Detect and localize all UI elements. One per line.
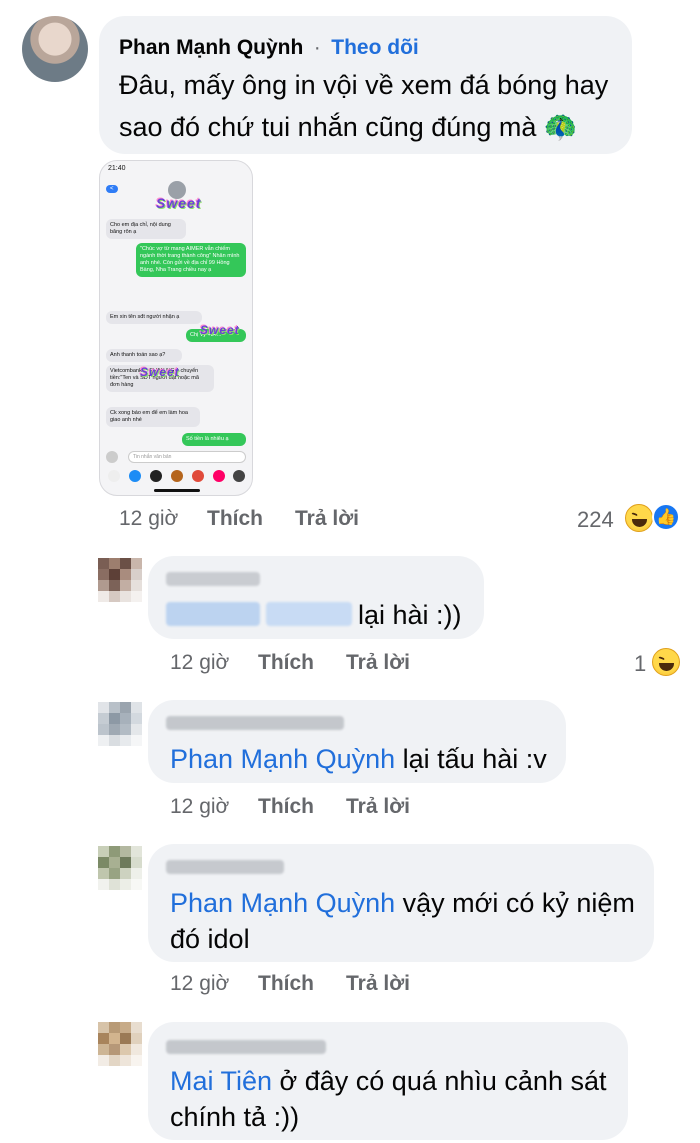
commenter-avatar[interactable] [98,1022,142,1066]
reply-button[interactable]: Trả lời [346,651,410,675]
mention-blurred[interactable] [166,602,260,626]
like-button[interactable]: Thích [207,507,295,531]
comment-bubble: Phan Mạnh Quỳnh vậy mới có kỷ niệm đó id… [148,844,654,962]
post-meta: 12 giờ Thích Trả lời [119,507,359,531]
comment-meta: 12 giờ Thích Trả lời [170,651,410,675]
comment-text-line-2: chính tả :)) [170,1102,300,1132]
attached-screenshot-image[interactable]: 21:40 < Sweet Cho em địa chỉ, nội dung b… [99,160,253,496]
phone-message: Ck xong báo em để em làm hoa giao anh nh… [106,407,200,427]
comment-text-line-2: đó idol [170,924,250,954]
phone-message: "Chúc vợ từ mang AIMER vẫn chiếm ngành t… [136,243,246,277]
author-name[interactable]: Phan Mạnh Quỳnh [119,36,303,59]
post-time[interactable]: 12 giờ [119,507,207,531]
app-icon [191,470,204,482]
commenter-avatar[interactable] [98,702,142,746]
reply-button[interactable]: Trả lời [346,972,410,996]
comment-bubble: Mai Tiên ở đây có quá nhìu cảnh sát chín… [148,1022,628,1140]
comment-meta: 12 giờ Thích Trả lời [170,972,410,996]
sweet-sticker: Sweet [200,323,240,337]
commenter-avatar[interactable] [98,558,142,602]
post-text-line-2: sao đó chứ tui nhắn cũng đúng mà 🦚 [119,112,578,142]
phone-message-input: Tin nhắn văn bản [128,451,246,463]
phone-message: Em xin tên sđt người nhận ạ [106,311,202,324]
comment-time[interactable]: 12 giờ [170,972,258,996]
comment-meta: 12 giờ Thích Trả lời [170,795,410,819]
like-reaction-icon: 👍 [652,503,680,531]
author-avatar[interactable] [22,16,88,82]
haha-reaction-icon [625,504,653,532]
mention-link[interactable]: Phan Mạnh Quỳnh [170,744,395,774]
like-button[interactable]: Thích [258,795,346,819]
sweet-sticker: Sweet [156,195,202,211]
haha-reaction-icon [652,648,680,676]
mention-blurred[interactable] [266,602,352,626]
reply-button[interactable]: Trả lời [346,795,410,819]
commenter-name-blurred[interactable] [166,572,260,586]
comment-body: lại tấu hài :v [395,744,547,774]
commenter-avatar[interactable] [98,846,142,890]
app-icon [150,470,163,482]
comment-body: vậy mới có kỷ niệm [395,888,635,918]
separator-dot: · [313,36,321,59]
comment-text: lại hài :)) [358,600,462,630]
music-icon [212,470,225,482]
commenter-name-blurred[interactable] [166,860,284,874]
commenter-name-blurred[interactable] [166,716,344,730]
like-button[interactable]: Thích [258,972,346,996]
mention-link[interactable]: Phan Mạnh Quỳnh [170,888,395,918]
comment-time[interactable]: 12 giờ [170,795,258,819]
appstore-icon [129,470,142,482]
photos-icon [108,470,121,482]
camera-icon [106,451,118,463]
phone-status-time: 21:40 [108,165,126,172]
app-icon [233,470,246,482]
comment-bubble: lại hài :)) [148,556,484,639]
app-icon [170,470,183,482]
comment-text: Phan Mạnh Quỳnh lại tấu hài :v [170,738,547,780]
like-button[interactable]: Thích [258,651,346,675]
sweet-sticker: Sweet [140,365,180,379]
follow-link[interactable]: Theo dõi [331,36,419,59]
post-text-line-1: Đâu, mấy ông in vội về xem đá bóng hay [119,70,609,100]
reaction-count[interactable]: 224 [577,507,614,533]
phone-message: Anh thanh toán sao ạ? [106,349,182,362]
reaction-count[interactable]: 1 [634,651,646,677]
comment-bubble: Phan Mạnh Quỳnh lại tấu hài :v [148,700,566,783]
commenter-name-blurred[interactable] [166,1040,326,1054]
phone-home-indicator [154,489,200,492]
phone-message: Cho em địa chỉ, nội dung băng rôn ạ [106,219,186,239]
phone-message: Số tiền là nhiêu ạ [182,433,246,446]
phone-back-badge: < [106,185,118,193]
comment-time[interactable]: 12 giờ [170,651,258,675]
mention-link[interactable]: Mai Tiên [170,1066,272,1096]
post-bubble: Phan Mạnh Quỳnh · Theo dõi Đâu, mấy ông … [99,16,632,154]
reply-button[interactable]: Trả lời [295,507,359,531]
phone-app-dock [104,467,250,485]
comment-body: ở đây có quá nhìu cảnh sát [272,1066,607,1096]
